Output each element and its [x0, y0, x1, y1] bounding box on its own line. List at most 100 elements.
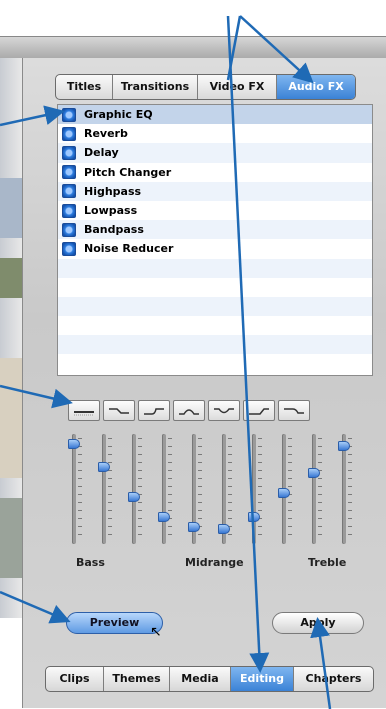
eq-slider-3[interactable]: [128, 434, 142, 544]
apply-button[interactable]: Apply: [272, 612, 364, 634]
peak-curve-icon: [179, 408, 199, 415]
slider-knob[interactable]: [308, 468, 320, 478]
slider-knob[interactable]: [218, 524, 230, 534]
slider-knob[interactable]: [278, 488, 290, 498]
effect-label: Bandpass: [84, 223, 144, 237]
slider-knob[interactable]: [248, 512, 260, 522]
eq-slider-2[interactable]: [98, 434, 112, 544]
audio-effect-icon: [62, 241, 76, 256]
eq-preset-flat-button[interactable]: [68, 400, 100, 421]
window-titlebar: [0, 36, 386, 59]
effect-label: Graphic EQ: [84, 108, 153, 122]
effect-label: Pitch Changer: [84, 165, 172, 179]
effect-label: Noise Reducer: [84, 242, 174, 256]
list-item-empty: [58, 354, 372, 374]
eq-preset-treble-boost-button[interactable]: [243, 400, 275, 421]
tab-editing[interactable]: Editing: [231, 667, 294, 691]
slider-track: [312, 434, 316, 544]
list-item-bandpass[interactable]: Bandpass: [58, 220, 372, 240]
audio-effect-icon: [62, 107, 76, 122]
eq-slider-5[interactable]: [188, 434, 202, 544]
falling-curve-icon: [284, 407, 304, 414]
list-item-lowpass[interactable]: Lowpass: [58, 200, 372, 221]
eq-preset-mid-cut-button[interactable]: [208, 400, 240, 421]
slider-knob[interactable]: [68, 439, 80, 449]
slider-ticks: [168, 438, 172, 538]
eq-slider-4[interactable]: [158, 434, 172, 544]
tab-video-fx[interactable]: Video FX: [198, 75, 277, 99]
tab-media[interactable]: Media: [170, 667, 231, 691]
eq-preset-mid-boost-button[interactable]: [173, 400, 205, 421]
dip-curve-icon: [214, 407, 234, 413]
effect-label: Delay: [84, 146, 119, 160]
list-item-empty: [58, 335, 372, 355]
list-item-pitch-changer[interactable]: Pitch Changer: [58, 162, 372, 182]
tab-titles[interactable]: Titles: [56, 75, 113, 99]
eq-slider-6[interactable]: [218, 434, 232, 544]
band-label-treble: Treble: [308, 556, 347, 569]
list-item-noise-reducer[interactable]: Noise Reducer: [58, 239, 372, 259]
list-item-empty: [58, 258, 372, 278]
tab-audio-fx[interactable]: Audio FX: [277, 75, 355, 99]
slider-ticks: [288, 438, 292, 538]
list-item-delay[interactable]: Delay: [58, 143, 372, 163]
audio-effect-icon: [62, 184, 76, 199]
slider-ticks: [348, 438, 352, 538]
slider-track: [72, 434, 76, 544]
mouse-pointer-icon: ↖: [150, 624, 162, 640]
slider-ticks: [138, 438, 142, 538]
slider-knob[interactable]: [188, 522, 200, 532]
band-label-midrange: Midrange: [185, 556, 244, 569]
tab-transitions[interactable]: Transitions: [113, 75, 198, 99]
tab-chapters[interactable]: Chapters: [294, 667, 373, 691]
audio-effects-list[interactable]: Graphic EQ Reverb Delay Pitch Changer Hi…: [57, 104, 373, 376]
eq-slider-10[interactable]: [338, 434, 352, 544]
slider-ticks: [318, 438, 322, 538]
list-item-empty: [58, 277, 372, 297]
slider-track: [252, 434, 256, 544]
caption-area: [0, 0, 386, 36]
eq-preset-treble-cut-button[interactable]: [278, 400, 310, 421]
slider-ticks: [258, 438, 262, 538]
eq-preset-bass-boost-button[interactable]: [138, 400, 170, 421]
effect-label: Reverb: [84, 127, 128, 141]
audio-effect-icon: [62, 222, 76, 237]
eq-slider-9[interactable]: [308, 434, 322, 544]
slider-knob[interactable]: [338, 441, 350, 451]
slider-track: [102, 434, 106, 544]
rising-curve-icon: [144, 407, 164, 415]
slider-track: [162, 434, 166, 544]
effect-label: Highpass: [84, 184, 142, 198]
fx-tab-group: Titles Transitions Video FX Audio FX: [55, 74, 356, 100]
audio-effect-icon: [62, 165, 76, 180]
eq-slider-8[interactable]: [278, 434, 292, 544]
slider-knob[interactable]: [128, 492, 140, 502]
eq-preset-buttons: [68, 400, 313, 421]
bottom-nav: Clips Themes Media Editing Chapters: [45, 666, 374, 692]
tab-themes[interactable]: Themes: [104, 667, 170, 691]
slider-ticks: [78, 438, 82, 538]
list-item-empty: [58, 316, 372, 336]
tab-clips[interactable]: Clips: [46, 667, 104, 691]
eq-slider-7[interactable]: [248, 434, 262, 544]
list-item-reverb[interactable]: Reverb: [58, 124, 372, 144]
preview-button[interactable]: Preview: [66, 612, 163, 634]
list-item-graphic-eq[interactable]: Graphic EQ: [58, 105, 372, 125]
flat-curve-icon: [74, 410, 94, 415]
slider-ticks: [108, 438, 112, 538]
low-shelf-curve-icon: [109, 407, 129, 414]
background-photo-edge: [0, 58, 22, 618]
eq-preset-bass-cut-button[interactable]: [103, 400, 135, 421]
eq-slider-1[interactable]: [68, 434, 82, 544]
list-item-empty: [58, 296, 372, 317]
slider-knob[interactable]: [158, 512, 170, 522]
audio-effect-icon: [62, 203, 76, 218]
high-shelf-curve-icon: [249, 407, 269, 415]
slider-knob[interactable]: [98, 462, 110, 472]
audio-effect-icon: [62, 145, 76, 160]
band-label-bass: Bass: [76, 556, 105, 569]
list-item-highpass[interactable]: Highpass: [58, 181, 372, 201]
audio-effect-icon: [62, 126, 76, 141]
slider-ticks: [228, 438, 232, 538]
effect-label: Lowpass: [84, 204, 138, 218]
